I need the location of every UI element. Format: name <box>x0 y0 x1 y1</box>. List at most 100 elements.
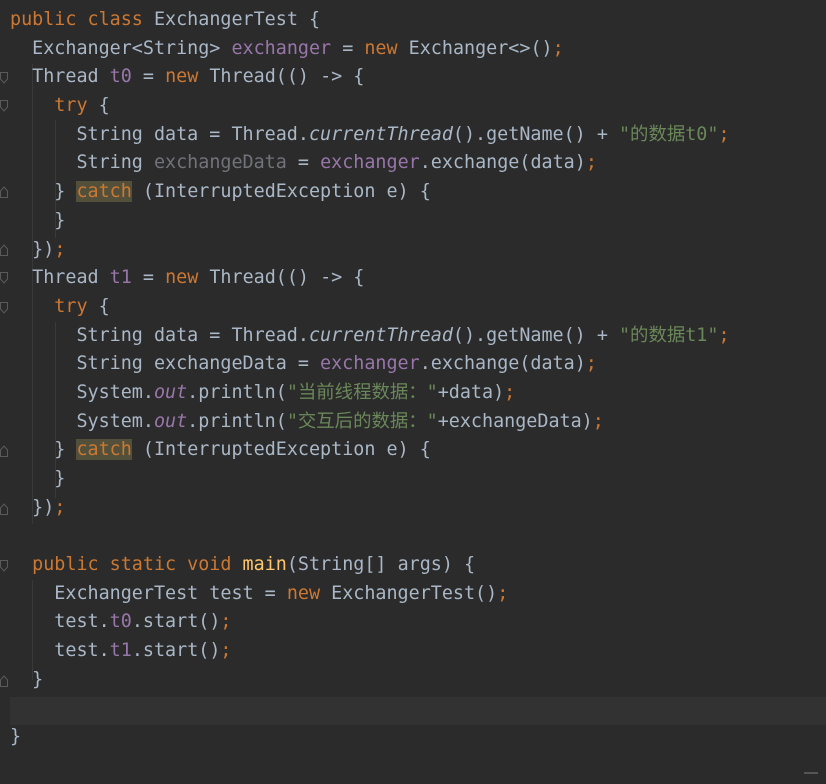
code-line[interactable]: public static void main(String[] args) { <box>10 551 826 580</box>
code-text: .exchange(data) <box>419 353 586 375</box>
operator: = <box>342 37 354 59</box>
semicolon: ; <box>585 353 597 375</box>
code-line[interactable]: } <box>10 207 826 236</box>
code-line[interactable]: String exchangeData = exchanger.exchange… <box>10 149 826 178</box>
semicolon: ; <box>497 582 509 604</box>
code-text: System. <box>76 381 154 403</box>
fold-open-icon[interactable] <box>0 560 8 572</box>
semicolon: ; <box>220 640 232 662</box>
semicolon: ; <box>718 324 730 346</box>
code-lines[interactable]: public class ExchangerTest { Exchanger<S… <box>10 6 826 752</box>
keyword: new <box>165 267 199 289</box>
fold-close-icon[interactable] <box>0 503 8 515</box>
fold-open-icon[interactable] <box>0 302 8 314</box>
method-name: main <box>242 554 287 576</box>
string-literal: "的数据t1" <box>618 324 719 346</box>
unused-variable: exchangeData <box>153 152 287 174</box>
code-text: Thread <box>32 267 99 289</box>
code-text: .exchange(data) <box>419 152 586 174</box>
fold-open-icon[interactable] <box>0 272 8 284</box>
fold-close-icon[interactable] <box>0 445 8 457</box>
code-line[interactable]: } catch (InterruptedException e) { <box>10 178 826 207</box>
code-line[interactable]: try { <box>10 92 826 121</box>
code-text: Thread(() -> { <box>209 267 365 289</box>
code-line[interactable]: System.out.println("交互后的数据："+exchangeDat… <box>10 408 826 437</box>
code-text: ExchangerTest() <box>331 582 498 604</box>
code-line[interactable]: try { <box>10 293 826 322</box>
code-text: } <box>54 181 66 203</box>
field-name: t0 <box>109 66 132 88</box>
fold-open-icon[interactable] <box>0 100 8 112</box>
code-text: String data = Thread. <box>76 324 309 346</box>
semicolon: ; <box>718 123 730 145</box>
code-line[interactable]: }); <box>10 236 826 265</box>
code-text: } <box>54 209 66 231</box>
fold-close-icon[interactable] <box>0 675 8 687</box>
field-name: exchanger <box>320 353 420 375</box>
code-text: ().getName() + <box>452 123 619 145</box>
code-line[interactable]: String data = Thread.currentThread().get… <box>10 121 826 150</box>
code-text: { <box>98 295 110 317</box>
code-line[interactable]: } <box>10 465 826 494</box>
field-name: t1 <box>109 640 132 662</box>
code-text: ExchangerTest { <box>153 9 321 30</box>
code-text: String <box>76 152 143 174</box>
field-name: exchanger <box>320 152 420 174</box>
code-text: } <box>10 726 22 748</box>
keyword: new <box>364 37 398 59</box>
semicolon: ; <box>552 37 564 59</box>
code-text: Exchanger<String> <box>32 37 221 59</box>
string-literal: "当前线程数据：" <box>286 381 438 403</box>
keyword: public static void <box>32 554 232 576</box>
code-text: ().getName() + <box>452 324 619 346</box>
fold-open-icon[interactable] <box>0 72 8 84</box>
code-line[interactable]: Thread t0 = new Thread(() -> { <box>10 63 826 92</box>
keyword: try <box>54 95 88 117</box>
static-field: out <box>153 381 188 403</box>
gutter <box>0 0 10 784</box>
fold-close-icon[interactable] <box>0 186 8 198</box>
code-line[interactable]: } <box>10 666 826 695</box>
field-name: t0 <box>109 611 132 633</box>
code-text: }) <box>32 496 55 518</box>
code-line[interactable]: String data = Thread.currentThread().get… <box>10 322 826 351</box>
semicolon: ; <box>585 152 597 174</box>
code-line[interactable]: } catch (InterruptedException e) { <box>10 436 826 465</box>
code-text: .println( <box>187 410 287 432</box>
code-line[interactable]: public class ExchangerTest { <box>10 6 826 35</box>
code-editor[interactable]: public class ExchangerTest { Exchanger<S… <box>0 0 826 784</box>
code-line[interactable]: }); <box>10 494 826 523</box>
code-text: String exchangeData = <box>76 353 309 375</box>
string-literal: "的数据t0" <box>618 123 719 145</box>
code-text: .println( <box>187 381 287 403</box>
code-line[interactable]: test.t1.start(); <box>10 637 826 666</box>
code-line[interactable]: test.t0.start(); <box>10 608 826 637</box>
code-text: System. <box>76 410 154 432</box>
code-line[interactable]: String exchangeData = exchanger.exchange… <box>10 350 826 379</box>
code-text: (String[] args) { <box>286 554 476 576</box>
code-line[interactable]: ExchangerTest test = new ExchangerTest()… <box>10 580 826 609</box>
keyword: try <box>54 295 88 317</box>
keyword-highlighted: catch <box>76 181 132 203</box>
code-text: } <box>32 668 44 690</box>
fold-close-icon[interactable] <box>0 244 8 256</box>
code-text: .start() <box>131 611 221 633</box>
operator: = <box>297 152 309 174</box>
code-text: { <box>98 95 110 117</box>
code-line[interactable]: Thread t1 = new Thread(() -> { <box>10 264 826 293</box>
keyword: public class <box>10 9 143 30</box>
code-line[interactable]: } <box>10 723 826 752</box>
field-name: exchanger <box>231 37 332 59</box>
code-line[interactable]: System.out.println("当前线程数据："+data); <box>10 379 826 408</box>
code-line-current[interactable] <box>10 695 826 724</box>
code-text: test. <box>54 611 110 633</box>
code-line[interactable]: Exchanger<String> exchanger = new Exchan… <box>10 35 826 64</box>
code-text: .start() <box>131 640 221 662</box>
code-text: }) <box>32 238 55 260</box>
code-text: +data) <box>437 381 505 403</box>
code-text: test. <box>54 640 110 662</box>
code-line[interactable] <box>10 522 826 551</box>
code-text: ExchangerTest test = <box>54 582 276 604</box>
code-text: +exchangeData) <box>437 410 593 432</box>
keyword: new <box>286 582 321 604</box>
